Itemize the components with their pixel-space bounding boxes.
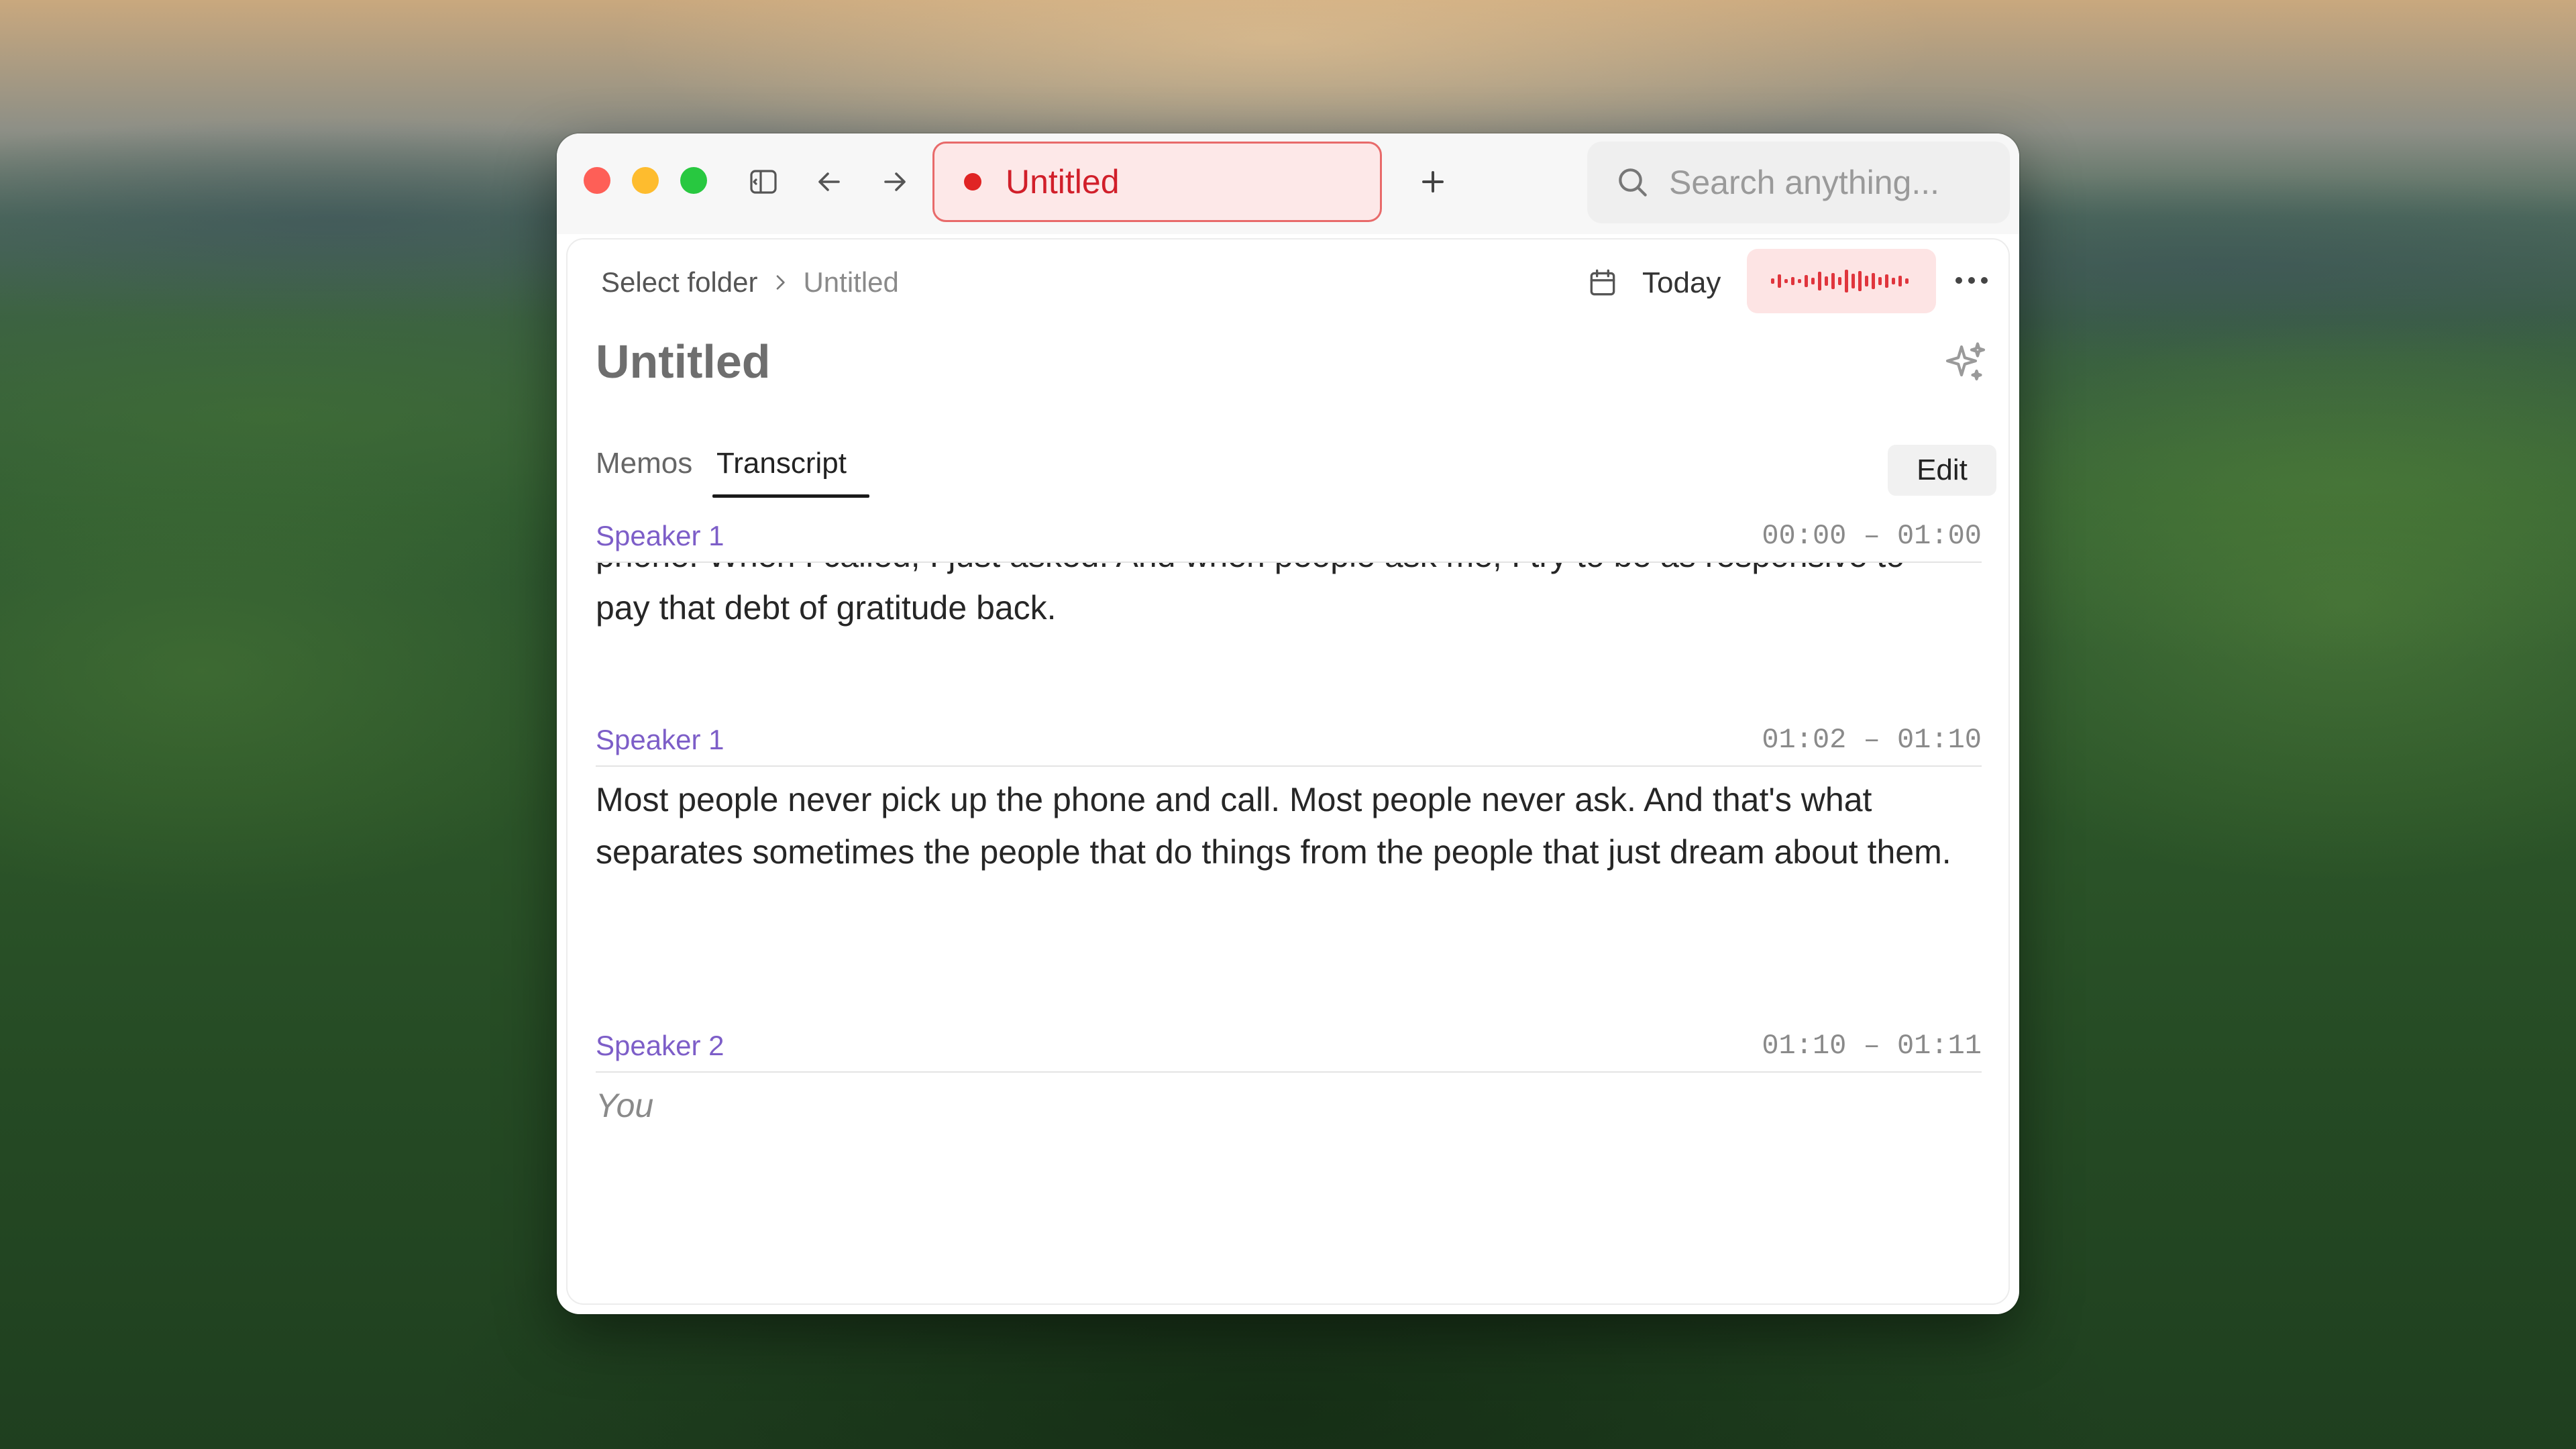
- segment-timestamp[interactable]: 00:00 – 01:00: [1762, 520, 1982, 552]
- tab-memos[interactable]: Memos: [596, 441, 692, 494]
- more-horizontal-icon: [1955, 277, 1988, 284]
- speaker-label[interactable]: Speaker 1: [596, 520, 724, 552]
- transcript-segment: Speaker 2 01:10 – 01:11 You: [596, 1027, 1982, 1132]
- minimize-window-button[interactable]: [632, 167, 659, 194]
- segment-text[interactable]: You: [596, 1079, 1982, 1132]
- arrow-right-icon[interactable]: [879, 166, 911, 198]
- segment-partial-text: phone. When I called, I just asked. And …: [596, 563, 1982, 582]
- search-icon: [1619, 168, 1647, 197]
- segment-header: Speaker 1 00:00 – 01:00: [596, 517, 1982, 563]
- search-bar[interactable]: [1587, 142, 2010, 223]
- title-bar: Untitled: [557, 133, 2019, 234]
- document-panel: Select folder Untitled Today Untitled Me…: [566, 238, 2010, 1305]
- page-title[interactable]: Untitled: [596, 335, 771, 388]
- transcript-segment: Speaker 1 00:00 – 01:00 phone. When I ca…: [596, 517, 1982, 634]
- chevron-right-icon: [777, 275, 786, 290]
- app-window: Untitled Select folder Untitled: [557, 133, 2019, 1314]
- close-window-button[interactable]: [584, 167, 610, 194]
- recording-indicator: [964, 173, 981, 191]
- segment-header: Speaker 1 01:02 – 01:10: [596, 721, 1982, 767]
- calendar-icon: [1590, 269, 1615, 296]
- breadcrumb: Select folder Untitled: [601, 262, 899, 303]
- active-tab-indicator: [712, 494, 869, 498]
- plus-icon[interactable]: [1417, 166, 1449, 198]
- waveform-icon: [1771, 270, 1909, 292]
- sidebar-toggle-icon[interactable]: [747, 166, 780, 198]
- tab-untitled[interactable]: Untitled: [932, 142, 1382, 222]
- segment-text[interactable]: Most people never pick up the phone and …: [596, 773, 1982, 878]
- segment-timestamp[interactable]: 01:02 – 01:10: [1762, 724, 1982, 756]
- breadcrumb-folder[interactable]: Select folder: [601, 266, 757, 299]
- more-options-button[interactable]: [1948, 260, 1995, 301]
- date-button[interactable]: Today: [1586, 260, 1721, 307]
- date-label: Today: [1642, 266, 1721, 299]
- transcript-segment: Speaker 1 01:02 – 01:10 Most people neve…: [596, 721, 1982, 878]
- partial-line-clip: phone. When I called, I just asked. And …: [596, 563, 1982, 590]
- segment-timestamp[interactable]: 01:10 – 01:11: [1762, 1030, 1982, 1062]
- tab-title: Untitled: [1006, 163, 1120, 201]
- speaker-label[interactable]: Speaker 1: [596, 724, 724, 756]
- speaker-label[interactable]: Speaker 2: [596, 1030, 724, 1062]
- search-input[interactable]: [1668, 162, 1992, 203]
- breadcrumb-current: Untitled: [803, 266, 899, 298]
- sparkle-icon[interactable]: [1941, 339, 1990, 387]
- tab-transcript[interactable]: Transcript: [716, 441, 847, 494]
- recording-waveform-button[interactable]: [1747, 249, 1936, 313]
- segment-header: Speaker 2 01:10 – 01:11: [596, 1027, 1982, 1073]
- arrow-left-icon[interactable]: [813, 166, 845, 198]
- zoom-window-button[interactable]: [680, 167, 707, 194]
- edit-button[interactable]: Edit: [1888, 445, 1996, 496]
